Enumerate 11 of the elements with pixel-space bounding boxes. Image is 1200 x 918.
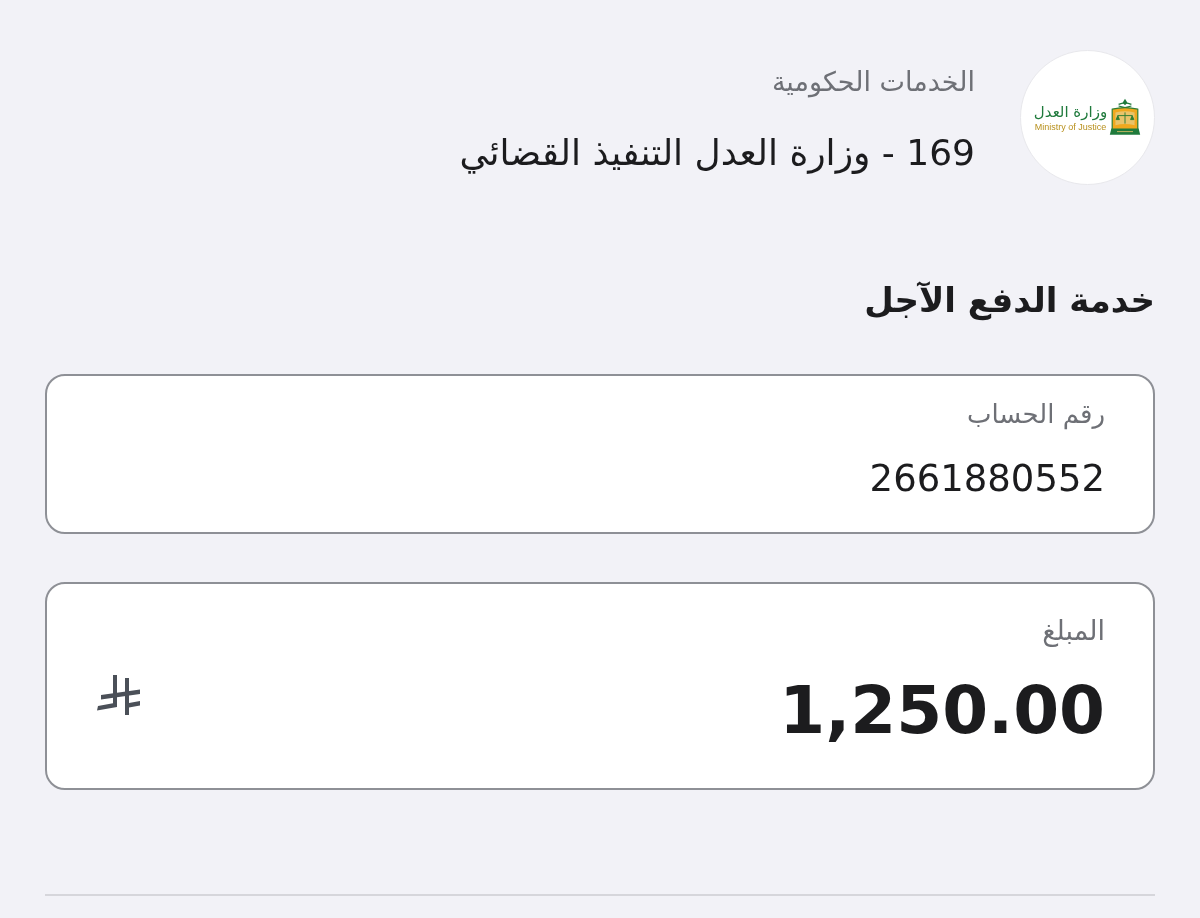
- logo-arabic-text: وزارة العدل: [1033, 102, 1108, 122]
- section-title: خدمة الدفع الآجل: [864, 279, 1155, 322]
- field-value: 2661880552: [869, 457, 1105, 501]
- emblem-icon: [1109, 97, 1142, 138]
- riyal-currency-icon: [97, 675, 141, 715]
- biller-name: 169 - وزارة العدل التنفيذ القضائي: [459, 131, 975, 176]
- amount-value: 1,250.00: [779, 673, 1105, 749]
- logo-english-text: Ministry of Justice: [1034, 122, 1107, 133]
- field-label: رقم الحساب: [966, 398, 1105, 430]
- category-label: الخدمات الحكومية: [770, 65, 975, 100]
- field-label: المبلغ: [1042, 615, 1105, 647]
